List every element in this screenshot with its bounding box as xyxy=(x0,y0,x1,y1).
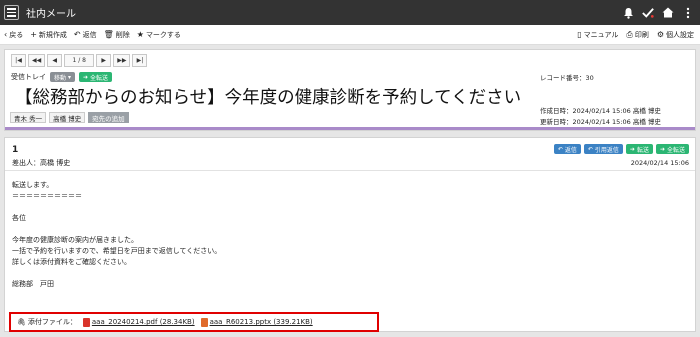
toolbar: ‹ 戻る + 新規作成 ↶ 返信 🗑 削除 ★ マークする ▯ マニュアル ⎙ 印刷 ⚙ 個人設… xyxy=(0,25,700,45)
recipient-chip[interactable]: 高橋 博史 xyxy=(49,112,86,123)
updated-at: 更新日時：2024/02/14 15:06 高橋 博史 xyxy=(540,118,661,126)
forward-message-button[interactable]: ➜ 転送 xyxy=(625,144,653,154)
forward-all-button[interactable]: ➜ 全転送 xyxy=(78,72,112,82)
personal-settings-button[interactable]: ⚙ 個人設定 xyxy=(657,30,694,40)
reply-icon: ↶ xyxy=(557,145,563,153)
attachments-label: 🖇 添付ファイル： xyxy=(17,318,77,326)
divider xyxy=(5,170,695,171)
print-button[interactable]: ⎙ 印刷 xyxy=(626,30,648,40)
app-title: 社内メール xyxy=(26,9,76,20)
forward-icon: ➜ xyxy=(629,145,635,153)
created-at: 作成日時：2024/02/14 15:06 高橋 博史 xyxy=(540,107,661,115)
last-page-button[interactable]: ▶| xyxy=(132,54,148,67)
reply-button[interactable]: ↶ 返信 xyxy=(74,30,97,40)
recipient-chip[interactable]: 青木 秀一 xyxy=(10,112,47,123)
reply-icon: ↶ xyxy=(73,30,81,39)
message-body: 転送します。 ＝＝＝＝＝＝＝＝＝＝ 各位 今年度の健康診断の案内が届きました。 … xyxy=(12,181,222,288)
pager: |◀ ◀◀ ◀ 1 / 8 ▶ ▶▶ ▶| xyxy=(11,54,148,67)
back-button[interactable]: ‹ 戻る xyxy=(4,30,23,40)
gear-icon: ⚙ xyxy=(656,30,664,39)
tray-name: 受信トレイ xyxy=(11,73,46,81)
chevron-left-icon: ‹ xyxy=(4,30,8,39)
first-page-button[interactable]: |◀ xyxy=(11,54,26,67)
record-number: レコード番号：30 xyxy=(540,74,594,82)
add-recipient-button[interactable]: 宛先の追加 xyxy=(88,112,129,123)
quote-reply-button[interactable]: ↶ 引用返信 xyxy=(583,144,623,154)
trash-icon: 🗑 xyxy=(103,30,114,39)
manual-button[interactable]: ▯ マニュアル xyxy=(577,30,618,40)
app-header: 社内メール xyxy=(0,0,700,25)
menu-icon[interactable] xyxy=(4,5,19,20)
forward-icon: ➜ xyxy=(82,73,88,81)
prev-button[interactable]: ◀ xyxy=(47,54,63,67)
message-actions: ↶ 返信 ↶ 引用返信 ➜ 転送 ➜ 全転送 xyxy=(553,144,689,154)
new-button[interactable]: + 新規作成 xyxy=(30,30,67,40)
attachment-pptx-link[interactable]: aaa_R60213.pptx (339.21KB) xyxy=(200,317,313,327)
prev-fast-button[interactable]: ◀◀ xyxy=(28,54,46,67)
printer-icon: ⎙ xyxy=(626,29,633,39)
reply-message-button[interactable]: ↶ 返信 xyxy=(553,144,581,154)
pdf-file-icon xyxy=(82,317,90,327)
message-number: 1 xyxy=(12,145,19,155)
reply-icon: ↶ xyxy=(587,145,593,153)
message-date: 2024/02/14 15:06 xyxy=(630,159,689,167)
chevron-down-icon: ▾ xyxy=(67,73,71,81)
star-icon: ★ xyxy=(136,30,144,39)
message-sender: 差出人：高橋 博史 xyxy=(12,159,71,167)
forward-all-message-button[interactable]: ➜ 全転送 xyxy=(655,144,689,154)
attachments-bar: 🖇 添付ファイル： aaa_20240214.pdf (28.34KB) aaa_… xyxy=(9,312,379,332)
next-fast-button[interactable]: ▶▶ xyxy=(113,54,131,67)
forward-icon: ➜ xyxy=(659,145,665,153)
mark-button[interactable]: ★ マークする xyxy=(137,30,181,40)
check-icon[interactable] xyxy=(642,6,654,20)
accent-bar xyxy=(5,127,695,130)
plus-icon: + xyxy=(30,30,37,39)
pptx-file-icon xyxy=(200,317,208,327)
book-icon: ▯ xyxy=(577,30,582,39)
next-button[interactable]: ▶ xyxy=(96,54,112,67)
home-icon[interactable] xyxy=(662,6,674,20)
delete-button[interactable]: 🗑 削除 xyxy=(104,30,130,40)
more-vertical-icon[interactable] xyxy=(682,6,694,20)
attachment-pdf-link[interactable]: aaa_20240214.pdf (28.34KB) xyxy=(82,317,195,327)
move-button[interactable]: 移動 ▾ xyxy=(50,72,75,82)
recipients: 青木 秀一 高橋 博史 宛先の追加 xyxy=(10,112,129,123)
paperclip-icon: 🖇 xyxy=(17,318,26,326)
bell-icon[interactable] xyxy=(622,6,634,20)
mail-subject: 【総務部からのお知らせ】今年度の健康診断を予約してください xyxy=(15,88,522,108)
page-position: 1 / 8 xyxy=(64,54,95,67)
mail-header-card: |◀ ◀◀ ◀ 1 / 8 ▶ ▶▶ ▶| 受信トレイ 移動 ▾ ➜ 全転送 【総… xyxy=(4,49,696,131)
message-card: 1 差出人：高橋 博史 ↶ 返信 ↶ 引用返信 ➜ 転送 ➜ 全転送 2024/02/1… xyxy=(4,137,696,332)
